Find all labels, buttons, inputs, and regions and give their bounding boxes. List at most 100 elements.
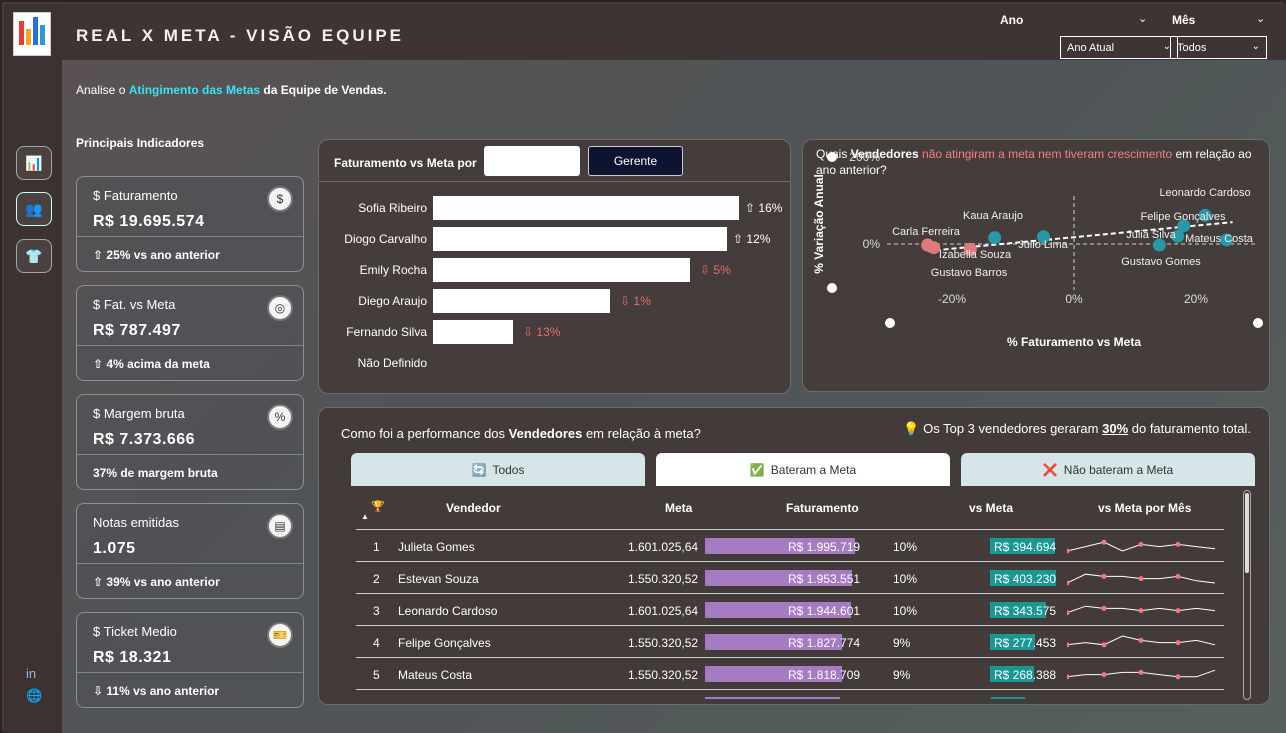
team-nav-button[interactable]: 👥 xyxy=(16,192,52,226)
cross-icon: ❌ xyxy=(1042,462,1058,477)
globe-icon[interactable]: 🌐 xyxy=(26,688,42,704)
point-label: Leonardo Cardoso xyxy=(1159,187,1250,199)
chart-nav-button[interactable]: 📊 xyxy=(16,146,52,180)
bar[interactable] xyxy=(433,289,610,313)
kpi-card: Notas emitidas ▤ 1.075 ⇧ 39% vs ano ante… xyxy=(76,503,304,599)
year-filter-value: Ano Atual xyxy=(1067,42,1115,54)
bar-row[interactable]: Não Definido xyxy=(319,351,789,375)
manager-toggle-button[interactable]: Gerente xyxy=(588,146,683,176)
linkedin-icon[interactable]: in xyxy=(26,666,36,681)
row-sparkline xyxy=(1067,573,1216,586)
row-faturamento: R$ 1.995.719 xyxy=(788,540,861,554)
chevron-down-icon[interactable]: ⌄ xyxy=(1138,12,1147,25)
kpi-value: R$ 19.695.574 xyxy=(93,213,205,230)
ticket-icon: 🎫 xyxy=(267,622,293,648)
col-vs-meta[interactable]: vs Meta xyxy=(969,501,1013,515)
row-rank: 4 xyxy=(373,636,380,650)
product-nav-button[interactable]: 👕 xyxy=(16,239,52,273)
row-vs-meta: R$ 268.388 xyxy=(994,668,1057,682)
bar[interactable] xyxy=(433,258,690,282)
row-meta: 1.550.320,52 xyxy=(628,668,699,682)
bar[interactable] xyxy=(433,227,727,251)
kpi-card: $ Faturamento $ R$ 19.695.574 ⇧ 25% vs a… xyxy=(76,176,304,272)
point-label: Izabella Souza xyxy=(939,249,1012,261)
performance-title: Como foi a performance dos Vendedores em… xyxy=(341,426,701,441)
bar-row[interactable]: Fernando Silva ⇩ 13% xyxy=(319,320,789,344)
table-row[interactable]: 2 Estevan Souza 1.550.320,52 R$ 1.953.55… xyxy=(356,562,1224,594)
sort-asc-icon[interactable]: ▲ xyxy=(361,512,369,521)
bar-label: Sofia Ribeiro xyxy=(358,201,427,215)
scatter-point xyxy=(988,231,1002,245)
bar-pct-label: ⇧ 16% xyxy=(745,201,783,215)
axis-handle xyxy=(1253,318,1263,328)
bar-row[interactable]: Diego Araujo ⇩ 1% xyxy=(319,289,789,313)
kpi-title: $ Fat. vs Meta xyxy=(93,297,176,312)
kpi-title: $ Faturamento xyxy=(93,188,178,203)
bar-label: Fernando Silva xyxy=(346,325,427,339)
year-filter-select[interactable]: Ano Atual ⌄ xyxy=(1060,36,1178,59)
point-label: Gustavo Gomes xyxy=(1121,256,1201,268)
x-tick-label: -20% xyxy=(938,292,966,306)
row-vs-meta: R$ 394.694 xyxy=(994,540,1057,554)
year-filter-label: Ano xyxy=(1000,13,1024,27)
point-label: Kaua Araujo xyxy=(963,210,1023,222)
point-label: Felipe Gonçalves xyxy=(1141,211,1226,223)
point-label: Gustavo Barros xyxy=(931,267,1008,279)
row-meta: 1.601.025,64 xyxy=(628,540,699,554)
bar-label: Não Definido xyxy=(357,356,427,370)
scatter-point xyxy=(927,241,941,255)
company-logo xyxy=(13,12,51,56)
axis-handle xyxy=(885,318,895,328)
bar[interactable] xyxy=(433,196,739,220)
tab-todos[interactable]: 🔄 Todos xyxy=(351,453,645,486)
kpi-value: R$ 787.497 xyxy=(93,322,181,339)
trophy-icon: 🏆 xyxy=(371,501,385,513)
check-icon: ✅ xyxy=(749,462,765,477)
chevron-down-icon[interactable]: ⌄ xyxy=(1256,12,1265,25)
kpi-value: R$ 18.321 xyxy=(93,649,172,666)
receipt-icon: ▤ xyxy=(267,513,293,539)
row-sparkline xyxy=(1067,605,1216,616)
chart-icon: 📊 xyxy=(25,154,43,171)
chevron-down-icon: ⌄ xyxy=(1251,41,1260,52)
table-row[interactable]: 1 Julieta Gomes 1.601.025,64 R$ 1.995.71… xyxy=(356,530,1224,562)
bar-label: Diogo Carvalho xyxy=(344,232,427,246)
col-faturamento[interactable]: Faturamento xyxy=(786,501,859,515)
row-seller: Felipe Gonçalves xyxy=(398,636,491,650)
row-pct: 10% xyxy=(893,540,918,554)
y-tick-label: 200% xyxy=(849,150,880,164)
category-slicer-input[interactable] xyxy=(484,146,580,176)
tab-bateram-meta[interactable]: ✅ Bateram a Meta xyxy=(656,453,950,486)
col-vendedor[interactable]: Vendedor xyxy=(446,501,501,515)
month-filter-select[interactable]: Todos ⌄ xyxy=(1170,36,1267,59)
tab-nao-bateram-meta[interactable]: ❌ Não bateram a Meta xyxy=(961,453,1255,486)
col-meta[interactable]: Meta xyxy=(665,501,692,515)
row-pct: 9% xyxy=(893,668,911,682)
bar-chart-title: Faturamento vs Meta por xyxy=(334,156,477,170)
y-tick-label: 0% xyxy=(863,237,881,251)
money-icon: $ xyxy=(267,186,293,212)
table-row[interactable]: 5 Mateus Costa 1.550.320,52 R$ 1.818.709… xyxy=(356,658,1224,690)
row-seller: Mateus Costa xyxy=(398,668,473,682)
axis-handle xyxy=(827,152,837,162)
page-title: REAL X META - VISÃO EQUIPE xyxy=(76,26,404,45)
row-meta: 1.550.320,52 xyxy=(628,636,699,650)
table-scrollbar[interactable] xyxy=(1243,490,1251,700)
col-vs-meta-mes[interactable]: vs Meta por Mês xyxy=(1098,501,1191,515)
bar[interactable] xyxy=(433,320,513,344)
row-pct: 10% xyxy=(893,572,918,586)
row-vs-meta: R$ 403.230 xyxy=(994,572,1057,586)
row-rank: 1 xyxy=(373,540,380,554)
kpi-subtitle: ⇩ 11% vs ano anterior xyxy=(93,684,220,698)
row-sparkline xyxy=(1067,669,1216,680)
point-label: Mateus Costa xyxy=(1185,233,1254,245)
shirt-icon: 👕 xyxy=(25,247,43,264)
bar-row[interactable]: Sofia Ribeiro ⇧ 16% xyxy=(319,196,789,220)
bar-row[interactable]: Emily Rocha ⇩ 5% xyxy=(319,258,789,282)
row-rank: 2 xyxy=(373,572,380,586)
table-row[interactable]: 4 Felipe Gonçalves 1.550.320,52 R$ 1.827… xyxy=(356,626,1224,658)
table-row[interactable]: 3 Leonardo Cardoso 1.601.025,64 R$ 1.944… xyxy=(356,594,1224,626)
bar-row[interactable]: Diogo Carvalho ⇧ 12% xyxy=(319,227,789,251)
row-meta: 1.601.025,64 xyxy=(628,604,699,618)
header: REAL X META - VISÃO EQUIPE Ano ⌄ Ano Atu… xyxy=(62,4,1286,60)
